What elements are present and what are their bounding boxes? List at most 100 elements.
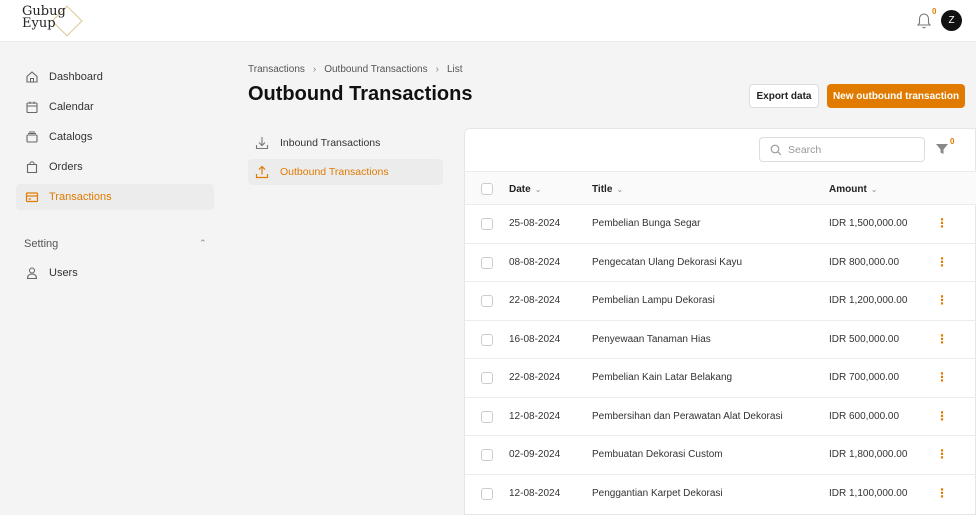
more-options-icon[interactable]: ⋮ [935,409,949,423]
cell-title: Pembersihan dan Perawatan Alat Dekorasi [592,410,783,422]
sidebar-item-transactions[interactable]: Transactions [16,184,214,210]
sidebar-item-orders[interactable]: Orders [16,154,214,180]
chevron-down-icon: ⌄ [616,185,624,194]
transactions-table-card: Search 0 Date ⌄ Title ⌄ Amount ⌄ 25-08-2024… [464,128,976,515]
cell-date: 25-08-2024 [509,218,561,229]
cell-amount: IDR 600,000.00 [829,410,900,422]
cell-amount: IDR 1,500,000.00 [829,218,908,229]
breadcrumb-item: List [446,64,463,75]
breadcrumb-item[interactable]: Outbound Transactions [324,64,427,75]
cell-title: Pembuatan Dekorasi Custom [592,449,723,460]
new-outbound-transaction-button[interactable]: New outbound transaction [827,84,965,108]
subnav-outbound[interactable]: Outbound Transactions [248,159,443,185]
cell-amount: IDR 1,200,000.00 [829,295,908,306]
cell-title: Pembelian Bunga Segar [592,218,701,229]
chevron-down-icon: ⌄ [870,185,878,194]
sidebar-section-setting[interactable]: Setting [24,238,58,250]
search-placeholder: Search [788,143,822,156]
chevron-right-icon: › [312,64,317,75]
bag-icon [25,160,39,174]
breadcrumb-item[interactable]: Transactions [248,64,305,75]
row-checkbox[interactable] [481,295,493,307]
export-data-button[interactable]: Export data [749,84,819,108]
cell-title: Penggantian Karpet Dekorasi [592,487,723,499]
subnav-label: Inbound Transactions [280,137,381,149]
row-checkbox[interactable] [481,218,493,230]
table-row[interactable]: 08-08-2024 Pengecatan Ulang Dekorasi Kay… [465,244,976,282]
column-label: Amount [829,184,867,195]
filter-icon[interactable] [935,142,949,156]
column-label: Title [592,184,613,195]
cell-title: Pembelian Kain Latar Belakang [592,372,733,383]
sidebar-item-label: Orders [49,161,83,173]
more-options-icon[interactable]: ⋮ [935,332,949,346]
table-row[interactable]: 22-08-2024 Pembelian Kain Latar Belakang… [465,359,976,398]
select-all-checkbox[interactable] [481,183,493,195]
sidebar-item-catalogs[interactable]: Catalogs [16,124,214,150]
cell-date: 22-08-2024 [509,372,561,383]
more-options-icon[interactable]: ⋮ [935,370,949,384]
chevron-right-icon: › [435,64,439,75]
upload-icon [254,164,270,180]
breadcrumb: Transactions › Outbound Transactions › L… [248,64,463,75]
cell-date: 08-08-2024 [509,256,561,268]
column-header-title[interactable]: Title ⌄ [592,184,623,195]
cell-date: 12-08-2024 [509,410,561,422]
row-checkbox[interactable] [481,449,493,461]
table-row[interactable]: 12-08-2024 Pembersihan dan Perawatan Ala… [465,398,976,436]
column-header-amount[interactable]: Amount ⌄ [829,184,877,195]
filter-count: 0 [950,137,955,146]
sidebar-item-label: Transactions [49,191,112,203]
logo[interactable]: Gubug Eyup [22,5,90,38]
avatar[interactable]: Z [941,10,962,31]
logo-line-2: Eyup [22,16,56,31]
table-row[interactable]: 12-08-2024 Penggantian Karpet Dekorasi I… [465,475,976,514]
cell-amount: IDR 1,800,000.00 [829,449,908,460]
subnav-inbound[interactable]: Inbound Transactions [248,130,443,156]
row-checkbox[interactable] [481,256,493,269]
bell-icon[interactable] [916,12,932,30]
row-checkbox[interactable] [481,487,493,500]
table-row[interactable]: 16-08-2024 Penyewaan Tanaman Hias IDR 50… [465,321,976,359]
sidebar-item-label: Users [49,267,78,279]
cell-amount: IDR 700,000.00 [829,372,900,383]
sidebar-item-label: Dashboard [49,71,103,83]
cell-date: 02-09-2024 [509,449,561,460]
table-header: Date ⌄ Title ⌄ Amount ⌄ [465,171,976,205]
home-icon [25,70,39,84]
more-options-icon[interactable]: ⋮ [935,486,949,500]
sidebar-item-users[interactable]: Users [16,260,214,286]
row-checkbox[interactable] [481,372,493,384]
subnav-label: Outbound Transactions [280,166,389,178]
notification-count: 0 [932,7,937,16]
more-options-icon[interactable]: ⋮ [935,216,949,230]
search-input[interactable]: Search [759,137,925,162]
cell-amount: IDR 1,100,000.00 [829,487,908,499]
cell-date: 12-08-2024 [509,487,561,499]
cell-amount: IDR 500,000.00 [829,333,900,345]
chevron-up-icon[interactable]: ⌃ [199,238,207,249]
sidebar-item-dashboard[interactable]: Dashboard [16,64,214,90]
row-checkbox[interactable] [481,333,493,346]
more-options-icon[interactable]: ⋮ [935,255,949,269]
calendar-icon [25,100,39,114]
card-icon [25,190,39,204]
user-icon [25,266,39,280]
column-header-date[interactable]: Date ⌄ [509,184,541,195]
table-row[interactable]: 25-08-2024 Pembelian Bunga Segar IDR 1,5… [465,205,976,244]
table-row[interactable]: 22-08-2024 Pembelian Lampu Dekorasi IDR … [465,282,976,321]
more-options-icon[interactable]: ⋮ [935,447,949,461]
catalog-icon [25,130,39,144]
cell-date: 22-08-2024 [509,295,561,306]
table-row[interactable]: 02-09-2024 Pembuatan Dekorasi Custom IDR… [465,436,976,475]
row-checkbox[interactable] [481,410,493,423]
cell-title: Penyewaan Tanaman Hias [592,333,711,345]
top-bar: Gubug Eyup 0 Z [0,0,976,42]
sidebar-item-calendar[interactable]: Calendar [16,94,214,120]
chevron-down-icon: ⌄ [534,185,542,194]
cell-title: Pembelian Lampu Dekorasi [592,295,715,306]
column-label: Date [509,184,531,195]
more-options-icon[interactable]: ⋮ [935,293,949,307]
page-title: Outbound Transactions [248,83,473,105]
sidebar-item-label: Catalogs [49,131,93,143]
